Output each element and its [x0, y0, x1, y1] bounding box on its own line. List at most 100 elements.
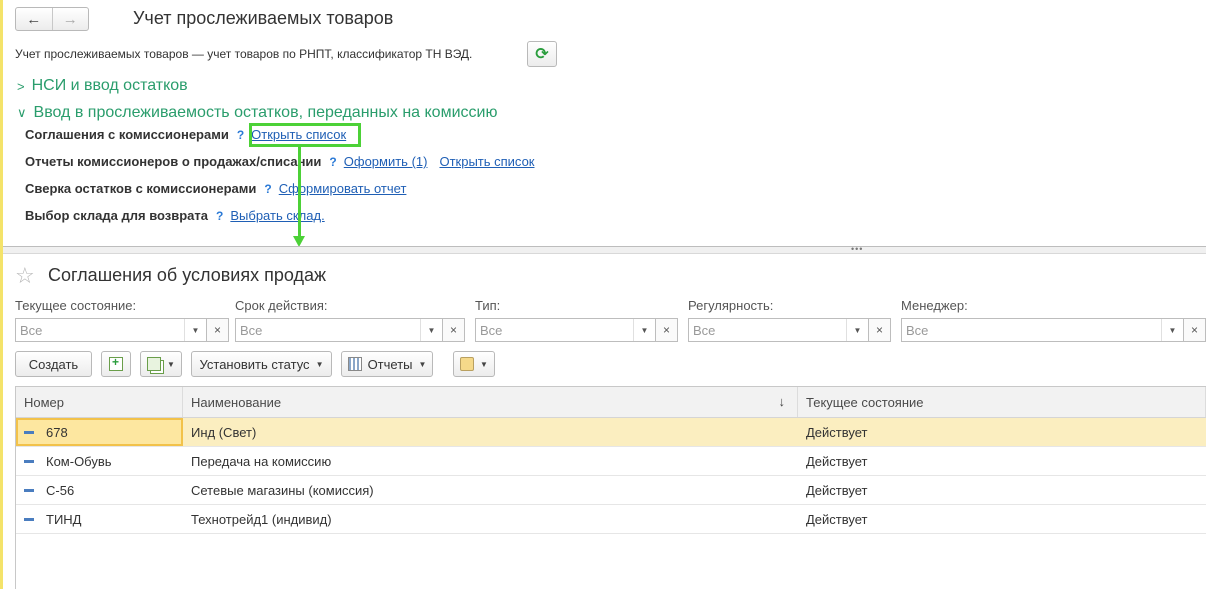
row-reconciliation: Сверка остатков с комиссионерами ? Сформ…	[25, 181, 406, 196]
cell-name: Передача на комиссию	[191, 454, 332, 469]
more-actions-button[interactable]: ▼	[453, 351, 495, 377]
dropdown-icon[interactable]: ▼	[846, 319, 868, 341]
create-button[interactable]: Создать	[15, 351, 92, 377]
dropdown-icon[interactable]: ▼	[1161, 319, 1183, 341]
refresh-button[interactable]: ⟳	[527, 41, 557, 67]
filter-value[interactable]: Все	[16, 319, 184, 341]
help-icon[interactable]: ?	[329, 155, 336, 169]
set-status-label: Установить статус	[199, 356, 310, 372]
cell-name: Инд (Свет)	[191, 425, 257, 440]
filter-manager: Менеджер: Все ▼ ×	[901, 298, 1206, 342]
caret-down-icon: ▼	[418, 359, 427, 369]
document-settings-icon	[460, 357, 475, 371]
dropdown-icon[interactable]: ▼	[184, 319, 206, 341]
left-accent-strip	[0, 0, 3, 589]
agreements-table: Номер Наименование ↓ Текущее состояние 6…	[15, 386, 1206, 589]
issue-link[interactable]: Оформить (1)	[344, 154, 428, 169]
cell-state: Действует	[806, 483, 868, 498]
filter-value[interactable]: Все	[902, 319, 1161, 341]
agreement-icon	[24, 459, 34, 463]
section-label: Ввод в прослеживаемость остатков, переда…	[33, 104, 498, 121]
filter-value[interactable]: Все	[689, 319, 846, 341]
filter-value[interactable]: Все	[476, 319, 633, 341]
cell-number-text: 678	[46, 424, 68, 440]
caret-down-icon: ▼	[480, 359, 488, 369]
sort-arrow-icon: ↓	[778, 394, 786, 409]
cell-number: Ком-Обувь	[16, 447, 183, 475]
row-label: Сверка остатков с комиссионерами	[25, 181, 257, 196]
clear-icon[interactable]: ×	[442, 319, 464, 341]
chevron-down-icon: ∨	[17, 105, 27, 120]
filter-label: Текущее состояние:	[15, 298, 137, 313]
row-label: Выбор склада для возврата	[25, 208, 209, 223]
table-row[interactable]: ТИНД Технотрейд1 (индивид) Действует	[16, 505, 1206, 534]
highlight-arrow-line	[298, 146, 301, 238]
open-list-link[interactable]: Открыть список	[439, 154, 534, 169]
help-icon[interactable]: ?	[264, 182, 271, 196]
section-commission[interactable]: ∨ Ввод в прослеживаемость остатков, пере…	[17, 104, 497, 122]
filter-field[interactable]: Все ▼ ×	[475, 318, 678, 342]
cell-state: Действует	[806, 512, 868, 527]
create-based-on-icon	[147, 357, 162, 371]
cell-number-text: С-56	[46, 482, 75, 498]
back-button[interactable]: ←	[16, 8, 52, 30]
filter-field[interactable]: Все ▼ ×	[901, 318, 1206, 342]
filter-label: Регулярность:	[688, 298, 774, 313]
table-row[interactable]: 678 Инд (Свет) Действует	[16, 418, 1206, 447]
dropdown-icon[interactable]: ▼	[420, 319, 442, 341]
filter-label: Тип:	[475, 298, 501, 313]
agreement-icon	[24, 517, 34, 521]
help-icon[interactable]: ?	[216, 209, 223, 223]
row-warehouse: Выбор склада для возврата ? Выбрать скла…	[25, 208, 325, 223]
filter-field[interactable]: Все ▼ ×	[235, 318, 465, 342]
cell-number: С-56	[16, 476, 183, 504]
help-icon[interactable]: ?	[237, 128, 244, 142]
cell-number: ТИНД	[16, 505, 183, 533]
agreement-icon	[24, 430, 34, 434]
cell-number: 678	[16, 418, 183, 446]
pane-splitter[interactable]: •••	[3, 244, 1206, 254]
forward-button[interactable]: →	[51, 8, 89, 30]
cell-state: Действует	[806, 454, 868, 469]
arrow-right-icon: →	[62, 10, 78, 28]
column-header-state[interactable]: Текущее состояние	[798, 387, 1206, 417]
add-document-icon	[109, 355, 123, 371]
section-label: НСИ и ввод остатков	[31, 77, 188, 94]
clear-icon[interactable]: ×	[655, 319, 677, 341]
dropdown-icon[interactable]: ▼	[633, 319, 655, 341]
list-title: Соглашения об условиях продаж	[48, 265, 327, 285]
add-copy-button[interactable]	[101, 351, 131, 377]
cell-name: Сетевые магазины (комиссия)	[191, 483, 374, 498]
arrow-left-icon: ←	[26, 10, 42, 28]
choose-warehouse-link[interactable]: Выбрать склад.	[230, 208, 324, 223]
page-title: Учет прослеживаемых товаров	[133, 8, 394, 28]
refresh-icon: ⟳	[535, 46, 549, 63]
cell-state: Действует	[806, 425, 868, 440]
table-row[interactable]: Ком-Обувь Передача на комиссию Действует	[16, 447, 1206, 476]
favorite-star-icon[interactable]: ☆	[15, 263, 35, 289]
caret-down-icon: ▼	[167, 359, 175, 369]
reports-icon	[347, 357, 362, 371]
reports-button[interactable]: Отчеты ▼	[341, 351, 433, 377]
cell-number-text: Ком-Обувь	[46, 453, 112, 469]
table-row[interactable]: С-56 Сетевые магазины (комиссия) Действу…	[16, 476, 1206, 505]
column-header-name[interactable]: Наименование ↓	[183, 387, 798, 417]
row-label: Отчеты комиссионеров о продажах/списании	[25, 154, 322, 169]
filter-field[interactable]: Все ▼ ×	[688, 318, 891, 342]
clear-icon[interactable]: ×	[1183, 319, 1205, 341]
navigation-buttons: ← →	[15, 7, 89, 31]
table-header: Номер Наименование ↓ Текущее состояние	[16, 387, 1206, 418]
clear-icon[interactable]: ×	[868, 319, 890, 341]
filter-field[interactable]: Все ▼ ×	[15, 318, 229, 342]
filter-value[interactable]: Все	[236, 319, 420, 341]
section-nsi[interactable]: > НСИ и ввод остатков	[17, 77, 188, 95]
caret-down-icon: ▼	[315, 359, 324, 369]
agreement-icon	[24, 488, 34, 492]
create-based-on-button[interactable]: ▼	[140, 351, 182, 377]
clear-icon[interactable]: ×	[206, 319, 228, 341]
highlight-frame	[249, 123, 361, 147]
column-header-number[interactable]: Номер	[16, 387, 183, 417]
cell-name: Технотрейд1 (индивид)	[191, 512, 332, 527]
filter-regularity: Регулярность: Все ▼ ×	[688, 298, 891, 342]
set-status-button[interactable]: Установить статус ▼	[191, 351, 332, 377]
